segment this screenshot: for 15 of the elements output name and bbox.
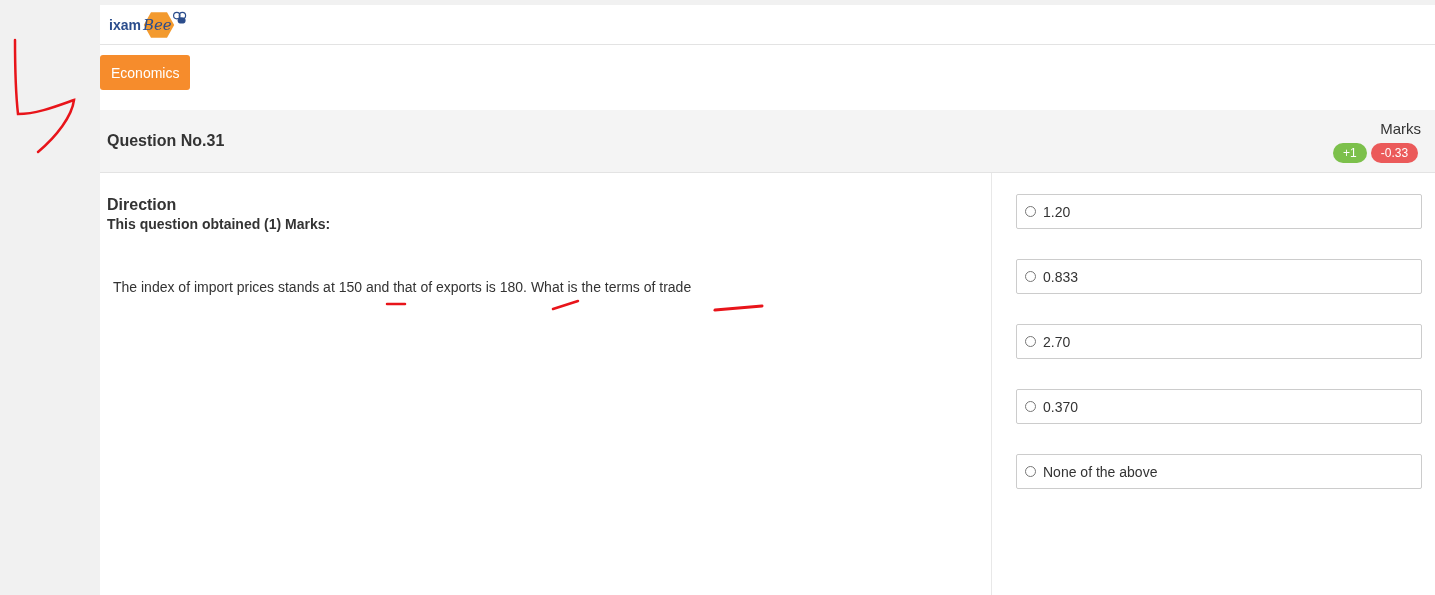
marks-badge: -0.33 <box>1370 142 1419 163</box>
answer-option[interactable]: 0.370 <box>1016 389 1422 424</box>
question-text: The index of import prices stands at 150 and that of exports is 180. What is the terms of trade <box>113 279 693 295</box>
underline-mark <box>385 301 407 307</box>
answer-option[interactable]: 1.20 <box>1016 194 1422 229</box>
underline-mark <box>551 299 581 311</box>
marks-badge: +1 <box>1333 142 1367 163</box>
question-number: Question No.31 <box>107 132 225 150</box>
answer-option[interactable]: 2.70 <box>1016 324 1422 359</box>
obtained-marks-text: This question obtained (1) Marks: <box>107 216 332 232</box>
answer-option[interactable]: 0.833 <box>1016 259 1422 294</box>
answer-option[interactable]: None of the above <box>1016 454 1422 489</box>
direction-title: Direction <box>107 196 178 214</box>
underline-mark <box>713 304 765 312</box>
marks-label: Marks <box>1379 119 1421 137</box>
